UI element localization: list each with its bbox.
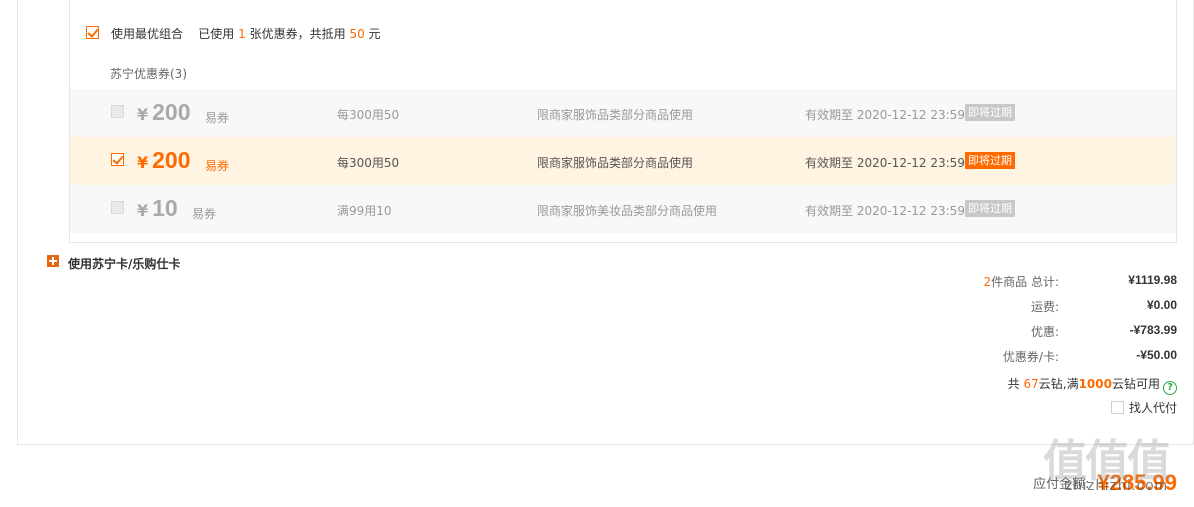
coupon-scope: 限商家服饰品类部分商品使用 bbox=[537, 108, 694, 122]
yunzuan-info: 共 67云钻,满1000云钻可用? bbox=[1007, 375, 1177, 395]
item-count: 2 bbox=[983, 275, 992, 289]
coupon-amount: ¥200 bbox=[137, 147, 191, 174]
coupon-row[interactable]: ¥200 易券 每300用50 限商家服饰品类部分商品使用 有效期至 2020-… bbox=[70, 137, 1176, 185]
yunzuan-mid: 云钻,满 bbox=[1038, 377, 1079, 391]
used-discount: 50 bbox=[349, 27, 365, 41]
coupon-row[interactable]: ¥200 易券 每300用50 限商家服饰品类部分商品使用 有效期至 2020-… bbox=[70, 89, 1176, 137]
discount-value: -¥783.99 bbox=[1129, 323, 1177, 337]
used-suffix: 元 bbox=[368, 27, 381, 41]
coupon-section-title: 苏宁优惠券(3) bbox=[110, 67, 187, 81]
coupon-currency: ¥ bbox=[137, 201, 149, 220]
expiring-badge: 即将过期 bbox=[965, 200, 1015, 217]
coupon-type: 易券 bbox=[205, 159, 230, 173]
help-icon[interactable]: ? bbox=[1163, 381, 1177, 395]
used-mid: 张优惠券，共抵用 bbox=[249, 27, 346, 41]
coupon-scope: 限商家服饰美妆品类部分商品使用 bbox=[537, 204, 718, 218]
discount-label: 优惠: bbox=[1030, 325, 1059, 339]
best-combo-label: 使用最优组合 已使用 1 张优惠券，共抵用 50 元 bbox=[111, 25, 381, 42]
coupon-checkbox[interactable] bbox=[111, 105, 124, 118]
payable-amount: ¥285.99 bbox=[1097, 470, 1177, 495]
yunzuan-threshold: 1000 bbox=[1078, 377, 1112, 391]
coupon-rule: 每300用50 bbox=[337, 108, 400, 122]
proxy-pay[interactable]: 找人代付 bbox=[1110, 399, 1177, 415]
yunzuan-prefix: 共 bbox=[1007, 377, 1020, 391]
payable-row: 应付金额: ¥285.99 bbox=[1033, 470, 1177, 500]
coupon-scope: 限商家服饰品类部分商品使用 bbox=[537, 156, 694, 170]
coupon-amount: ¥10 bbox=[137, 195, 178, 222]
coupon-validity: 有效期至 2020-12-12 23:59 bbox=[805, 108, 965, 122]
items-label: 件商品 总计: bbox=[991, 275, 1059, 289]
expiring-badge: 即将过期 bbox=[965, 104, 1015, 121]
coupon-card-label: 优惠券/卡: bbox=[1002, 350, 1059, 364]
summary-total-value: ¥1119.98 bbox=[1128, 273, 1177, 287]
coupon-currency: ¥ bbox=[137, 153, 149, 172]
summary-coupon-row: 优惠券/卡: -¥50.00 bbox=[877, 346, 1177, 371]
coupon-type: 易券 bbox=[205, 111, 230, 125]
coupon-checkbox[interactable] bbox=[111, 153, 124, 166]
best-combo-checkbox[interactable] bbox=[86, 26, 99, 39]
proxy-pay-checkbox[interactable] bbox=[1110, 401, 1124, 414]
coupon-checkbox[interactable] bbox=[111, 201, 124, 214]
coupon-row[interactable]: ¥10 易券 满99用10 限商家服饰美妆品类部分商品使用 有效期至 2020-… bbox=[70, 185, 1176, 233]
summary-total-row: 2件商品 总计: ¥1119.98 bbox=[877, 271, 1178, 296]
coupon-currency: ¥ bbox=[137, 105, 149, 124]
summary-discount-row: 优惠: -¥783.99 bbox=[877, 321, 1177, 346]
coupon-type: 易券 bbox=[192, 207, 217, 221]
coupon-validity: 有效期至 2020-12-12 23:59 bbox=[805, 204, 965, 218]
use-card-label[interactable]: 使用苏宁卡/乐购仕卡 bbox=[68, 255, 180, 272]
plus-icon[interactable] bbox=[47, 255, 59, 267]
proxy-pay-label[interactable]: 找人代付 bbox=[1129, 401, 1177, 415]
coupon-amount: ¥200 bbox=[137, 99, 191, 126]
coupon-value: 200 bbox=[152, 147, 191, 173]
expiring-badge: 即将过期 bbox=[965, 152, 1015, 169]
coupon-card-value: -¥50.00 bbox=[1136, 348, 1177, 362]
coupon-validity: 有效期至 2020-12-12 23:59 bbox=[805, 156, 965, 170]
used-count: 1 bbox=[238, 27, 246, 41]
shipping-label: 运费: bbox=[1030, 300, 1059, 314]
coupon-value: 200 bbox=[152, 99, 191, 125]
coupon-value: 10 bbox=[152, 195, 178, 221]
yunzuan-suffix: 云钻可用 bbox=[1111, 377, 1160, 391]
coupon-rule: 满99用10 bbox=[337, 204, 392, 218]
best-combo-title: 使用最优组合 bbox=[111, 27, 184, 41]
summary-shipping-row: 运费: ¥0.00 bbox=[877, 296, 1177, 321]
shipping-value: ¥0.00 bbox=[1146, 298, 1177, 312]
coupon-rule: 每300用50 bbox=[337, 156, 400, 170]
summary-total-label: 2件商品 总计: bbox=[984, 273, 1060, 290]
order-summary: 2件商品 总计: ¥1119.98 运费: ¥0.00 优惠: -¥783.99… bbox=[877, 271, 1178, 371]
payable-label: 应付金额: bbox=[1033, 477, 1090, 492]
used-prefix: 已使用 bbox=[198, 27, 235, 41]
yunzuan-count: 67 bbox=[1023, 377, 1039, 391]
